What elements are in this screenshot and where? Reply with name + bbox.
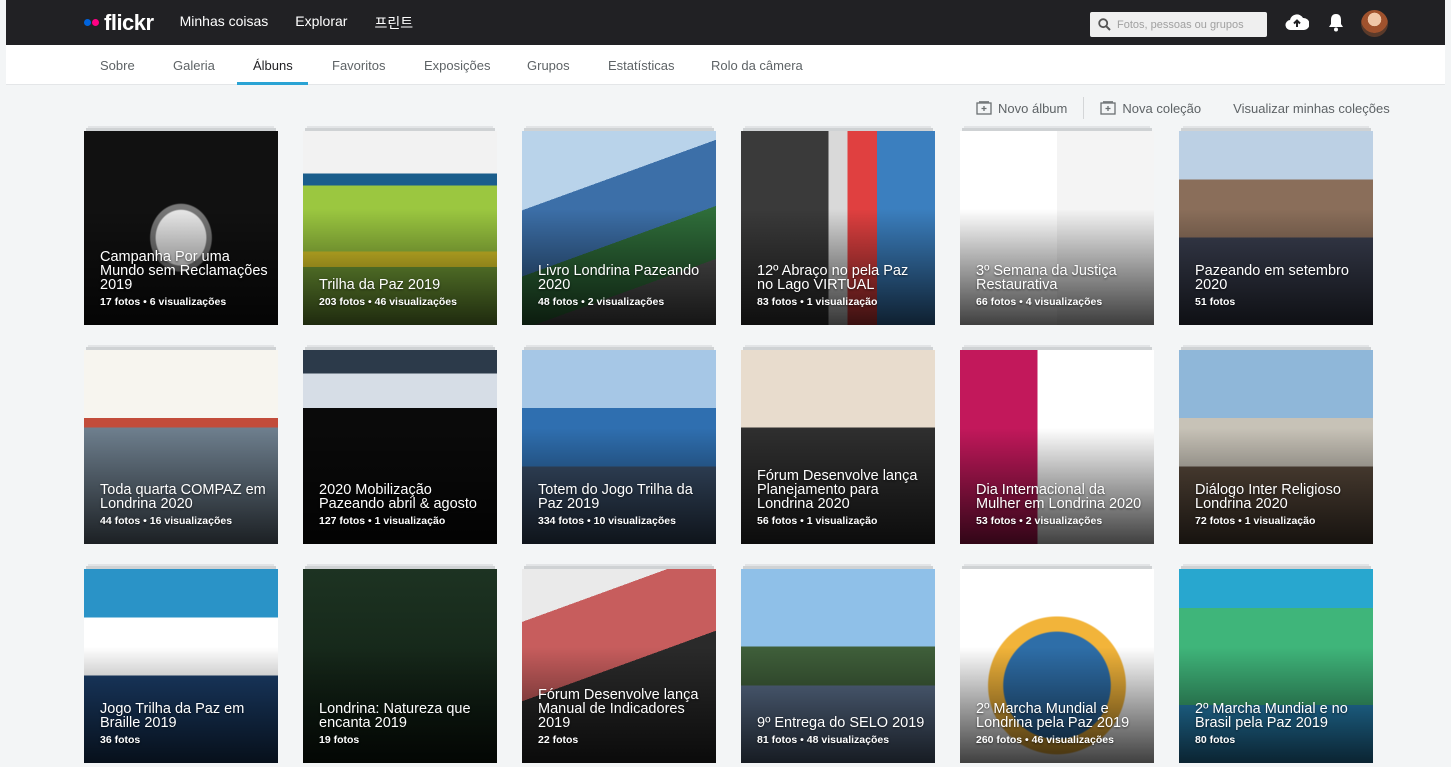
album-stats: 260 fotos • 46 visualizações <box>976 734 1114 746</box>
search-input[interactable] <box>1117 18 1257 31</box>
album-stats: 48 fotos • 2 visualizações <box>538 296 665 308</box>
tab-gallery[interactable]: Galeria <box>173 58 215 73</box>
album-tile[interactable]: Livro Londrina Pazeando 2020 48 fotos • 2… <box>522 131 716 325</box>
new-collection-label: Nova coleção <box>1122 100 1202 116</box>
album-title: Campanha Por uma Mundo sem Reclamações 2… <box>100 249 268 293</box>
album-stats: 334 fotos • 10 visualizações <box>538 515 676 527</box>
album-tile[interactable]: Toda quarta COMPAZ em Londrina 2020 44 fo… <box>84 350 278 544</box>
album-stats: 81 fotos • 48 visualizações <box>757 734 890 746</box>
album-stats: 53 fotos • 2 visualizações <box>976 515 1103 527</box>
album-tile[interactable]: Totem do Jogo Trilha da Paz 2019 334 foto… <box>522 350 716 544</box>
album-tile[interactable]: Londrina: Natureza que encanta 2019 19 fo… <box>303 569 497 763</box>
divider <box>1083 97 1085 119</box>
album-stats: 66 fotos • 4 visualizações <box>976 296 1103 308</box>
album-title: Londrina: Natureza que encanta 2019 <box>319 701 471 731</box>
search-box[interactable] <box>1090 12 1267 37</box>
tab-albums[interactable]: Álbuns <box>253 58 293 73</box>
album-stats: 83 fotos • 1 visualização <box>757 296 878 308</box>
album-stats: 56 fotos • 1 visualização <box>757 515 878 527</box>
album-tile[interactable]: Campanha Por uma Mundo sem Reclamações 2… <box>84 131 278 325</box>
new-album-label: Novo álbum <box>998 100 1068 116</box>
logo-text: flickr <box>104 9 154 35</box>
view-collections-link[interactable]: Visualizar minhas coleções <box>1233 101 1390 116</box>
album-title: 12º Abraço no pela Paz no Lago VIRTUAL <box>757 263 909 293</box>
new-collection-icon <box>1100 101 1117 115</box>
album-title: Totem do Jogo Trilha da Paz 2019 <box>538 482 693 512</box>
album-title: Fórum Desenvolve lança Planejamento para… <box>757 468 918 512</box>
active-tab-underline <box>237 82 308 85</box>
album-tile[interactable]: 3º Semana da Justiça Restaurativa 66 foto… <box>960 131 1154 325</box>
album-tile[interactable]: Trilha da Paz 2019 203 fotos • 46 visuali… <box>303 131 497 325</box>
album-title: 2º Marcha Mundial e no Brasil pela Paz 2… <box>1195 701 1348 731</box>
nav-my-stuff[interactable]: Minhas coisas <box>180 13 269 33</box>
upload-cloud-icon[interactable] <box>1285 12 1310 37</box>
new-album-icon <box>976 101 992 115</box>
album-tile[interactable]: 9º Entrega do SELO 2019 81 fotos • 48 vis… <box>741 569 935 763</box>
album-stats: 17 fotos • 6 visualizações <box>100 296 227 308</box>
notification-bell-icon[interactable] <box>1327 12 1345 37</box>
album-tile[interactable]: 2º Marcha Mundial e Londrina pela Paz 20… <box>960 569 1154 763</box>
tab-groups[interactable]: Grupos <box>527 58 570 73</box>
flickr-logo[interactable]: flickr <box>84 0 154 45</box>
album-title: 2020 Mobilização Pazeando abril & agosto <box>319 482 477 512</box>
album-title: Pazeando em setembro 2020 <box>1195 263 1349 293</box>
album-title: Toda quarta COMPAZ em Londrina 2020 <box>100 482 266 512</box>
tab-exhibitions[interactable]: Exposições <box>424 58 490 73</box>
album-tile[interactable]: Fórum Desenvolve lança Manual de Indicad… <box>522 569 716 763</box>
album-tile[interactable]: Pazeando em setembro 2020 51 fotos <box>1179 131 1373 325</box>
album-title: 9º Entrega do SELO 2019 <box>757 715 925 731</box>
new-album-button[interactable]: Novo álbum <box>976 101 1067 116</box>
album-tile[interactable]: 2º Marcha Mundial e no Brasil pela Paz 2… <box>1179 569 1373 763</box>
album-title: Dia Internacional da Mulher em Londrina … <box>976 482 1142 512</box>
flickr-dots-icon <box>84 19 99 26</box>
album-stats: 127 fotos • 1 visualização <box>319 515 446 527</box>
album-title: Livro Londrina Pazeando 2020 <box>538 263 700 293</box>
album-title: Trilha da Paz 2019 <box>319 277 441 293</box>
album-title: Diálogo Inter Religioso Londrina 2020 <box>1195 482 1341 512</box>
tab-stats[interactable]: Estatísticas <box>608 58 674 73</box>
search-icon <box>1098 18 1111 31</box>
album-stats: 51 fotos <box>1195 296 1236 308</box>
album-stats: 80 fotos <box>1195 734 1236 746</box>
album-stats: 72 fotos • 1 visualização <box>1195 515 1316 527</box>
tab-favorites[interactable]: Favoritos <box>332 58 385 73</box>
album-title: Jogo Trilha da Paz em Braille 2019 <box>100 701 245 731</box>
album-tile[interactable]: Fórum Desenvolve lança Planejamento para… <box>741 350 935 544</box>
album-title: 2º Marcha Mundial e Londrina pela Paz 20… <box>976 701 1130 731</box>
album-stats: 19 fotos <box>319 734 360 746</box>
album-tile[interactable]: Dia Internacional da Mulher em Londrina … <box>960 350 1154 544</box>
nav-prints[interactable]: 프린트 <box>374 13 413 33</box>
album-stats: 44 fotos • 16 visualizações <box>100 515 233 527</box>
album-title: Fórum Desenvolve lança Manual de Indicad… <box>538 687 699 731</box>
main-nav: Minhas coisas Explorar 프린트 <box>180 13 440 33</box>
user-avatar[interactable] <box>1361 10 1388 37</box>
new-collection-button[interactable]: Nova coleção <box>1100 101 1201 116</box>
album-stats: 22 fotos <box>538 734 579 746</box>
profile-subnav: Sobre Galeria Álbuns Favoritos Exposiçõe… <box>6 45 1445 85</box>
album-stats: 203 fotos • 46 visualizações <box>319 296 457 308</box>
album-stats: 36 fotos <box>100 734 141 746</box>
album-tile[interactable]: 2020 Mobilização Pazeando abril & agosto… <box>303 350 497 544</box>
album-tile[interactable]: Jogo Trilha da Paz em Braille 2019 36 fot… <box>84 569 278 763</box>
tab-about[interactable]: Sobre <box>100 58 135 73</box>
top-navigation-bar: flickr Minhas coisas Explorar 프린트 <box>6 0 1445 45</box>
album-tile[interactable]: Diálogo Inter Religioso Londrina 2020 72 … <box>1179 350 1373 544</box>
album-title: 3º Semana da Justiça Restaurativa <box>976 263 1117 293</box>
view-collections-label: Visualizar minhas coleções <box>1233 100 1390 116</box>
tab-camera-roll[interactable]: Rolo da câmera <box>711 58 803 73</box>
nav-explore[interactable]: Explorar <box>295 13 347 33</box>
album-tile[interactable]: 12º Abraço no pela Paz no Lago VIRTUAL 83… <box>741 131 935 325</box>
album-actions: Novo álbum Nova coleção Visualizar minha… <box>976 97 1390 119</box>
